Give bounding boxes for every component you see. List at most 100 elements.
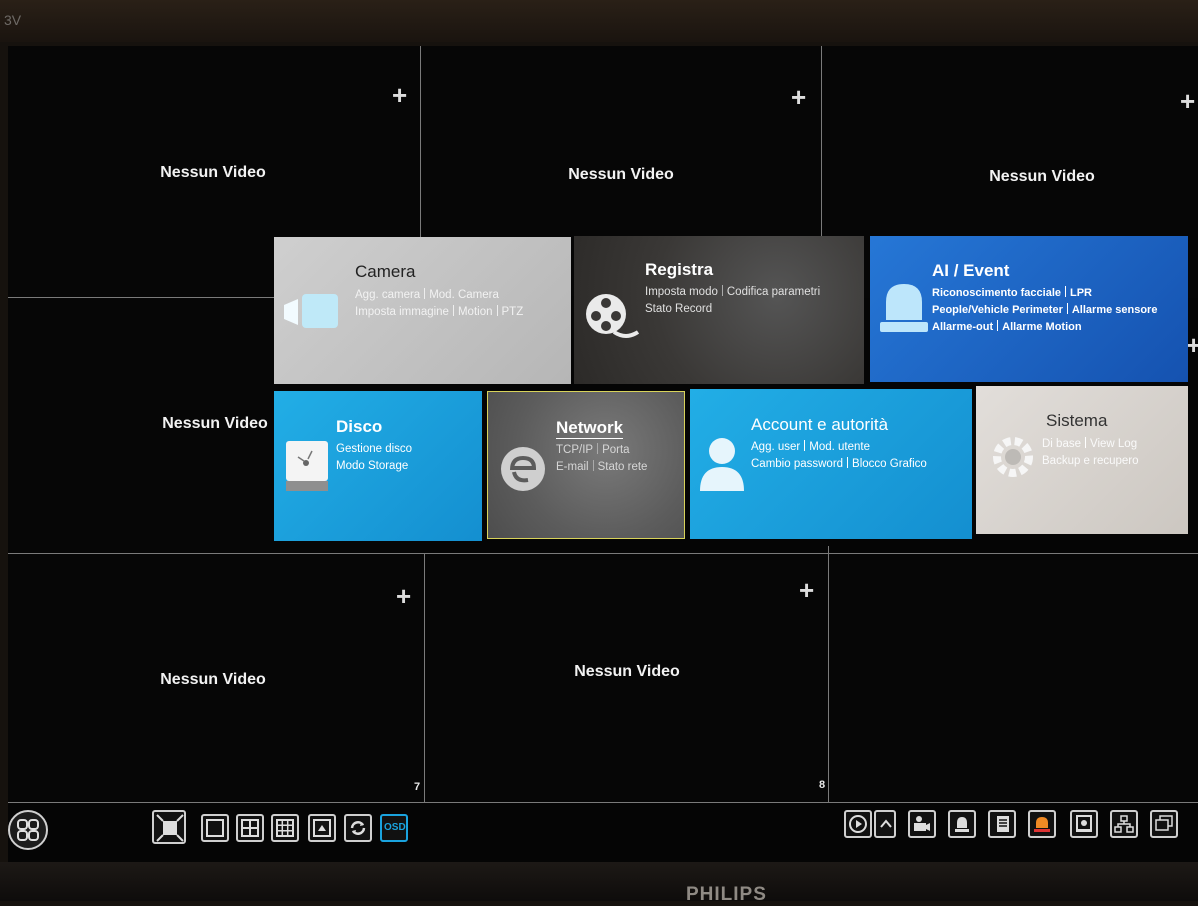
no-video-label: Nessun Video — [160, 671, 266, 688]
video-cell-7[interactable]: Nessun Video + 7 — [8, 553, 424, 803]
network-status-icon[interactable] — [1110, 810, 1138, 838]
menu-tile-account[interactable]: Account e autorità Agg. user Mod. utente … — [690, 389, 972, 539]
gear-icon — [993, 437, 1033, 477]
grid-divider — [8, 802, 1198, 803]
hard-disk-icon — [286, 441, 328, 491]
no-video-label: Nessun Video — [568, 166, 674, 183]
alarm-light-icon — [880, 284, 928, 332]
menu-tile-registra[interactable]: Registra Imposta modo Codifica parametri … — [574, 236, 864, 384]
video-cell-9[interactable] — [829, 553, 1198, 803]
submenu-motion-alarm[interactable]: Allarme Motion — [1002, 321, 1081, 333]
submenu-edit-camera[interactable]: Mod. Camera — [429, 289, 499, 301]
submenu-record-mode[interactable]: Imposta modo — [645, 286, 718, 298]
submenu-email[interactable]: E-mail — [556, 461, 589, 473]
submenu-add-camera[interactable]: Agg. camera — [355, 289, 420, 301]
video-camera-icon — [284, 294, 338, 328]
tile-title: Camera — [355, 262, 416, 281]
layout-4-icon[interactable] — [236, 814, 264, 842]
submenu-edit-user[interactable]: Mod. utente — [809, 441, 870, 453]
channel-number: 8 — [819, 779, 826, 791]
menu-tile-camera[interactable]: Camera Agg. camera Mod. Camera Imposta im… — [274, 237, 571, 384]
tile-title: AI / Event — [932, 261, 1010, 280]
menu-tile-disco[interactable]: Disco Gestione disco Modo Storage — [274, 391, 482, 541]
menu-tile-sistema[interactable]: Sistema Di base View Log Backup e recuper… — [976, 386, 1188, 534]
playback-icon[interactable] — [844, 810, 872, 838]
add-camera-icon[interactable]: + — [799, 577, 814, 603]
menu-tile-ai-event[interactable]: AI / Event Riconoscimento facciale LPR Pe… — [870, 236, 1188, 382]
start-menu-icon[interactable] — [8, 810, 48, 850]
log-icon[interactable] — [988, 810, 1016, 838]
tile-title: Registra — [645, 260, 714, 279]
film-reel-icon — [586, 294, 640, 338]
submenu-change-password[interactable]: Cambio password — [751, 458, 843, 470]
monitor-top-bezel: 3V — [0, 0, 1198, 42]
layout-custom-icon[interactable] — [308, 814, 336, 842]
bezel-corner-text: 3V — [4, 12, 22, 28]
osd-icon[interactable]: OSD — [380, 814, 408, 842]
submenu-basic[interactable]: Di base — [1042, 438, 1081, 450]
grid-divider — [424, 553, 425, 803]
tile-submenu: Agg. user Mod. utente Cambio password Bloc… — [751, 439, 927, 473]
monitor-bottom-bezel — [0, 862, 1198, 901]
add-camera-icon[interactable]: + — [1180, 88, 1195, 114]
grid-divider — [8, 553, 1198, 554]
submenu-motion[interactable]: Motion — [458, 306, 493, 318]
disk-info-icon[interactable] — [1070, 810, 1098, 838]
submenu-lpr[interactable]: LPR — [1070, 287, 1092, 299]
sequence-icon[interactable] — [344, 814, 372, 842]
channel-number: 7 — [414, 781, 421, 793]
ptz-camera-icon[interactable] — [908, 810, 936, 838]
submenu-perimeter[interactable]: People/Vehicle Perimeter — [932, 304, 1063, 316]
submenu-record-status[interactable]: Stato Record — [645, 303, 712, 315]
tile-title: Disco — [336, 417, 383, 436]
add-camera-icon[interactable]: + — [392, 82, 407, 108]
tile-submenu: TCP/IP Porta E-mail Stato rete — [556, 442, 647, 476]
submenu-image-settings[interactable]: Imposta immagine — [355, 306, 449, 318]
user-icon — [700, 438, 744, 491]
tile-submenu: Gestione disco Modo Storage — [336, 441, 412, 475]
collapse-arrow-icon[interactable] — [874, 810, 896, 838]
submenu-tcpip[interactable]: TCP/IP — [556, 444, 593, 456]
bottom-toolbar — [8, 804, 1198, 862]
layout-1-icon[interactable] — [201, 814, 229, 842]
osd-label: OSD — [384, 822, 406, 833]
no-video-label: Nessun Video — [574, 663, 680, 680]
add-camera-icon[interactable]: + — [396, 583, 411, 609]
no-video-label: Nessun Video — [160, 164, 266, 181]
manual-alarm-icon[interactable] — [948, 810, 976, 838]
submenu-network-status[interactable]: Stato rete — [598, 461, 648, 473]
dvr-screen: Nessun Video + Nessun Video + Nessun Vid… — [8, 46, 1198, 862]
grid-divider — [828, 546, 829, 803]
submenu-encode-params[interactable]: Codifica parametri — [727, 286, 820, 298]
tile-title: Network — [556, 418, 624, 439]
video-cell-8[interactable]: Nessun Video + 8 — [425, 553, 828, 803]
tile-submenu: Di base View Log Backup e recupero — [1042, 436, 1139, 470]
tile-title: Account e autorità — [751, 415, 889, 434]
submenu-port[interactable]: Porta — [602, 444, 630, 456]
internet-e-icon — [501, 447, 545, 491]
submenu-storage-mode[interactable]: Modo Storage — [336, 460, 408, 472]
fullscreen-icon[interactable] — [152, 810, 186, 844]
tile-submenu: Imposta modo Codifica parametri Stato Rec… — [645, 284, 820, 318]
submenu-ptz[interactable]: PTZ — [502, 306, 524, 318]
tile-title: Sistema — [1046, 411, 1108, 430]
no-video-label: Nessun Video — [162, 415, 268, 432]
submenu-graphic-lock[interactable]: Blocco Grafico — [852, 458, 927, 470]
submenu-backup-restore[interactable]: Backup e recupero — [1042, 455, 1139, 467]
submenu-face-recognition[interactable]: Riconoscimento facciale — [932, 287, 1061, 299]
submenu-view-log[interactable]: View Log — [1090, 438, 1137, 450]
add-camera-icon[interactable]: + — [791, 84, 806, 110]
menu-tile-network[interactable]: Network TCP/IP Porta E-mail Stato rete — [487, 391, 685, 539]
submenu-disk-management[interactable]: Gestione disco — [336, 443, 412, 455]
no-video-label: Nessun Video — [989, 168, 1095, 185]
grid-divider — [8, 297, 274, 298]
submenu-alarm-out[interactable]: Allarme-out — [932, 321, 993, 333]
layout-9-icon[interactable] — [271, 814, 299, 842]
tile-submenu: Riconoscimento facciale LPR People/Vehicl… — [932, 285, 1157, 336]
monitor-brand-logo: PHILIPS — [686, 884, 767, 905]
submenu-add-user[interactable]: Agg. user — [751, 441, 800, 453]
tile-submenu: Agg. camera Mod. Camera Imposta immagine M… — [355, 287, 523, 321]
submenu-sensor-alarm[interactable]: Allarme sensore — [1072, 304, 1158, 316]
alarm-status-icon[interactable] — [1028, 810, 1056, 838]
multi-screen-icon[interactable] — [1150, 810, 1178, 838]
